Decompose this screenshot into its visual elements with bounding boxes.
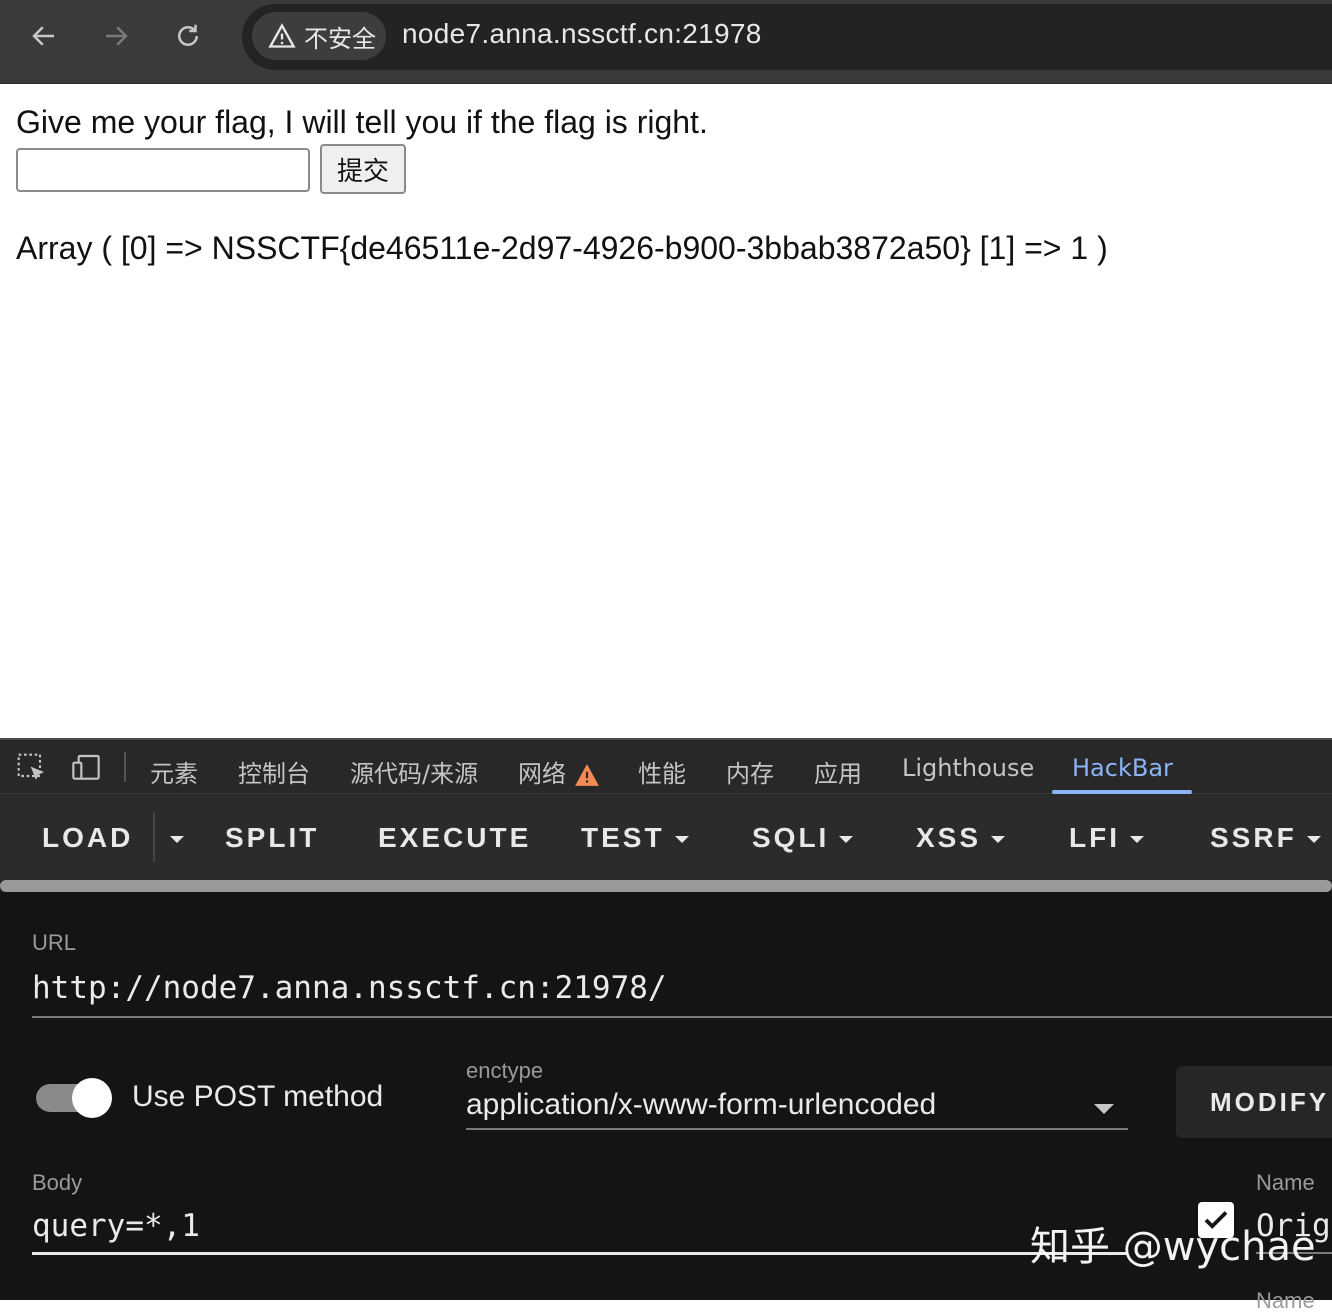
sqli-label: SQLI: [752, 822, 830, 853]
body-underline: [32, 1252, 1128, 1255]
arrow-right-icon: [106, 26, 128, 46]
page-content: Give me your flag, I will tell you if th…: [0, 84, 1332, 738]
tab-elements[interactable]: 元素: [150, 754, 198, 789]
test-menu-button[interactable]: TEST: [581, 822, 689, 854]
inspect-element-icon[interactable]: [16, 752, 48, 784]
url-label: URL: [32, 930, 77, 955]
chevron-down-icon: [674, 836, 689, 844]
tab-network[interactable]: 网络: [518, 754, 600, 789]
security-chip[interactable]: 不安全: [252, 12, 386, 60]
enctype-underline: [466, 1128, 1128, 1130]
browser-toolbar: 不安全 node7.anna.nssctf.cn:21978: [0, 0, 1332, 84]
modify-button[interactable]: MODIFY: [1176, 1066, 1332, 1138]
chevron-down-icon: [1306, 836, 1321, 844]
submit-button[interactable]: 提交: [320, 144, 406, 194]
devtools-panel: 元素 控制台 源代码/来源 网络 性能 内存 应用 Lighthouse Hac…: [0, 738, 1332, 1313]
post-toggle-label: Use POST method: [132, 1080, 384, 1113]
forward-button[interactable]: [98, 18, 134, 54]
test-label: TEST: [581, 822, 665, 853]
execute-button[interactable]: EXECUTE: [378, 822, 531, 854]
address-bar[interactable]: 不安全 node7.anna.nssctf.cn:21978: [242, 4, 1332, 70]
xss-menu-button[interactable]: XSS: [916, 822, 1006, 854]
tab-sources[interactable]: 源代码/来源: [350, 754, 478, 789]
devtools-tabbar: 元素 控制台 源代码/来源 网络 性能 内存 应用 Lighthouse Hac…: [0, 740, 1332, 794]
second-name-label: Name: [1256, 1288, 1315, 1313]
ssrf-menu-button[interactable]: SSRF: [1210, 822, 1321, 854]
tab-network-label: 网络: [518, 760, 566, 788]
back-button[interactable]: [26, 18, 62, 54]
chevron-down-icon: [991, 836, 1006, 844]
tab-memory[interactable]: 内存: [726, 754, 774, 789]
url-underline: [32, 1016, 1332, 1018]
flag-prompt: Give me your flag, I will tell you if th…: [16, 104, 708, 140]
ssrf-label: SSRF: [1210, 822, 1297, 853]
chevron-down-icon[interactable]: [1094, 1104, 1114, 1114]
tab-hackbar[interactable]: HackBar: [1072, 754, 1173, 782]
chevron-down-icon: [839, 836, 854, 844]
arrow-left-icon: [32, 26, 54, 46]
hackbar-toolbar: LOAD SPLIT EXECUTE TEST SQLI XSS LFI SSR…: [0, 794, 1332, 880]
post-toggle-knob[interactable]: [72, 1078, 112, 1118]
tab-application[interactable]: 应用: [814, 754, 862, 789]
load-button[interactable]: LOAD: [42, 822, 133, 854]
load-menu-button[interactable]: [160, 822, 184, 854]
lfi-menu-button[interactable]: LFI: [1069, 822, 1144, 854]
reload-button[interactable]: [170, 18, 206, 54]
tab-console[interactable]: 控制台: [238, 754, 310, 789]
chevron-down-icon: [170, 836, 184, 844]
horizontal-scrollbar[interactable]: [0, 880, 1332, 892]
load-divider: [153, 812, 155, 862]
network-warning-icon: [574, 764, 599, 786]
toolbar-separator: [124, 752, 126, 782]
flag-input[interactable]: [16, 148, 310, 192]
xss-label: XSS: [916, 822, 982, 853]
tab-lighthouse[interactable]: Lighthouse: [902, 754, 1034, 782]
enctype-label: enctype: [466, 1058, 544, 1083]
chevron-down-icon: [1130, 836, 1144, 844]
sqli-menu-button[interactable]: SQLI: [752, 822, 854, 854]
security-label: 不安全: [304, 24, 376, 53]
tab-performance[interactable]: 性能: [638, 754, 686, 789]
split-button[interactable]: SPLIT: [225, 822, 319, 854]
url-field[interactable]: http://node7.anna.nssctf.cn:21978/: [32, 970, 667, 1006]
reload-icon: [178, 24, 198, 46]
body-label: Body: [32, 1170, 83, 1195]
body-field[interactable]: query=*,1: [32, 1208, 200, 1244]
lfi-label: LFI: [1069, 822, 1120, 853]
device-toolbar-icon[interactable]: [72, 752, 104, 784]
header-name-label: Name: [1256, 1170, 1315, 1195]
watermark-text: 知乎 @wychae: [1030, 1224, 1316, 1270]
address-text[interactable]: node7.anna.nssctf.cn:21978: [402, 18, 762, 50]
hackbar-form: URL http://node7.anna.nssctf.cn:21978/ U…: [0, 892, 1332, 1313]
warning-triangle-icon: [268, 23, 296, 48]
enctype-select[interactable]: application/x-www-form-urlencoded: [466, 1088, 936, 1122]
result-output: Array ( [0] => NSSCTF{de46511e-2d97-4926…: [16, 230, 1108, 266]
